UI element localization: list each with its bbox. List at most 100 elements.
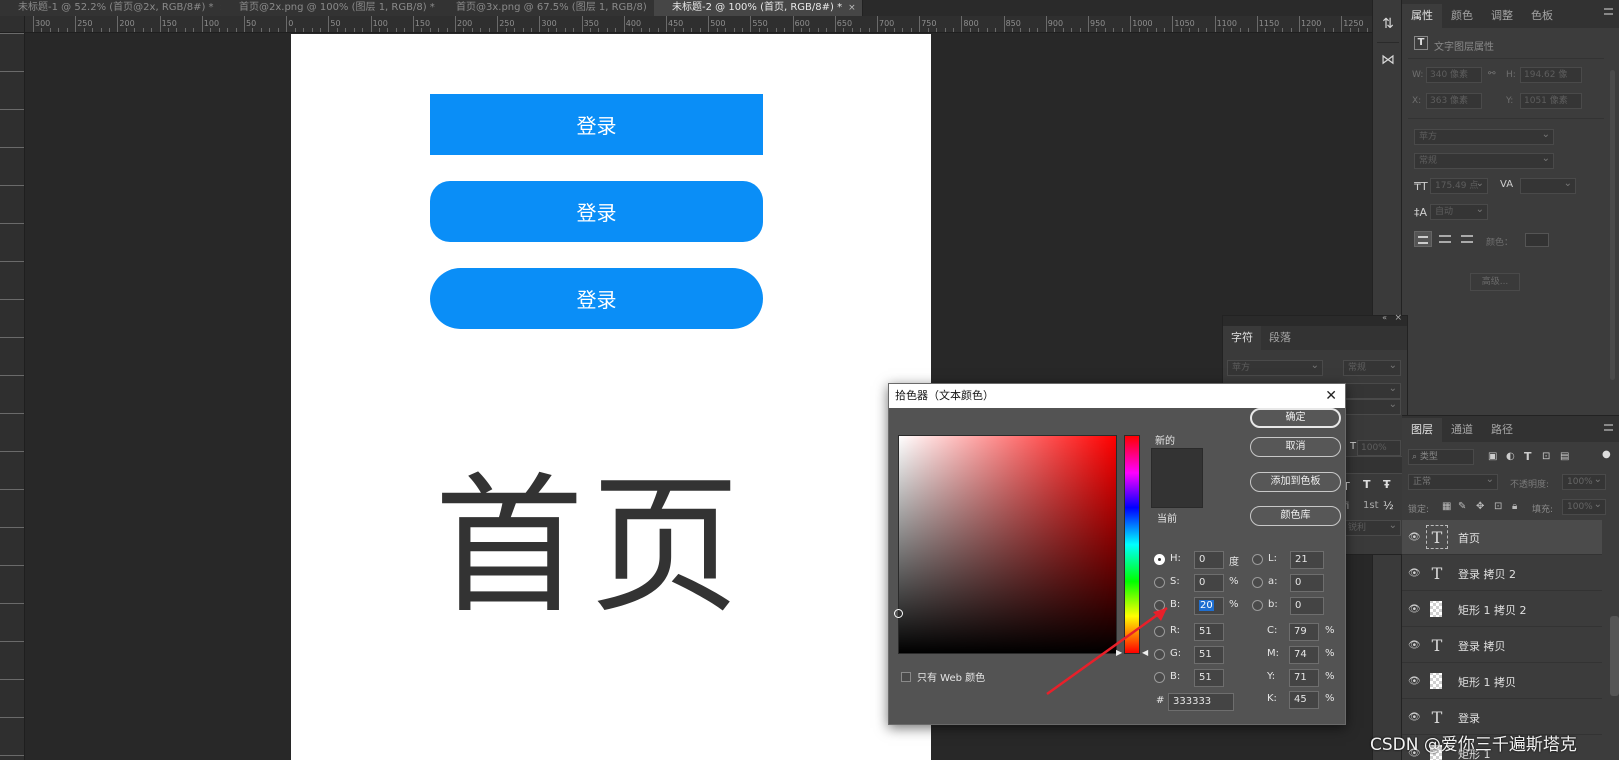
font-family-select[interactable]: 苹方 xyxy=(1414,128,1554,145)
tab-properties[interactable]: 属性 xyxy=(1402,4,1442,28)
doc-tab-1[interactable]: 未标题-1 @ 52.2% (首页@2x, RGB/8#) *× xyxy=(0,0,235,16)
tab-paths[interactable]: 路径 xyxy=(1482,418,1522,442)
align-left-button[interactable] xyxy=(1414,231,1432,247)
current-color-swatch[interactable] xyxy=(1151,478,1203,508)
leading-select[interactable]: 自动 xyxy=(1430,203,1488,220)
lock-brush-icon[interactable]: ✎ xyxy=(1458,501,1466,512)
eye-icon[interactable]: 👁︎ xyxy=(1408,712,1421,723)
artboard[interactable]: 登录 登录 登录 首页 xyxy=(291,34,931,760)
pixel-filter-icon[interactable]: ▣ xyxy=(1488,451,1497,462)
fill-field[interactable]: 100% xyxy=(1562,498,1606,515)
layer-row[interactable]: 👁︎ T 登录 拷贝 xyxy=(1402,628,1602,663)
ruler-tick xyxy=(750,16,752,32)
filter-toggle-icon[interactable]: ● xyxy=(1602,449,1611,460)
type-filter-icon[interactable]: T xyxy=(1524,450,1532,463)
anti-alias-select[interactable]: 锐利 xyxy=(1343,519,1401,536)
eye-icon[interactable]: 👁︎ xyxy=(1408,604,1421,615)
layer-filter-select[interactable]: ⌕ 类型 xyxy=(1408,449,1474,465)
saturation-radio[interactable] xyxy=(1154,577,1165,588)
lightness-radio[interactable] xyxy=(1252,554,1263,565)
a-channel-radio[interactable] xyxy=(1252,577,1263,588)
tab-channels[interactable]: 通道 xyxy=(1442,418,1482,442)
char-tracking-select[interactable] xyxy=(1343,382,1401,399)
layers-menu-icon[interactable] xyxy=(1604,424,1613,431)
eye-icon[interactable]: 👁︎ xyxy=(1408,568,1421,579)
tab-color[interactable]: 颜色 xyxy=(1442,4,1482,28)
eye-icon[interactable]: 👁︎ xyxy=(1408,640,1421,651)
lock-move-icon[interactable]: ✥ xyxy=(1476,501,1484,512)
home-title-text[interactable]: 首页 xyxy=(434,452,746,642)
char-font-style-select[interactable]: 常规 xyxy=(1343,359,1401,376)
color-picker-titlebar[interactable]: 拾色器（文本颜色） xyxy=(889,384,1345,408)
collapse-icon[interactable]: « xyxy=(1382,313,1387,322)
smart-filter-icon[interactable]: ▤ xyxy=(1560,451,1569,462)
blend-mode-select[interactable]: 正常 xyxy=(1408,473,1498,490)
lock-all-icon[interactable]: 🔒︎ xyxy=(1512,501,1517,512)
strikethrough-t-icon[interactable]: Ŧ xyxy=(1383,478,1391,491)
panel-menu-icon[interactable] xyxy=(1604,8,1613,15)
checkbox-box[interactable] xyxy=(901,672,911,682)
color-cursor[interactable] xyxy=(894,609,903,618)
panel-drag-bar[interactable]: «× xyxy=(1223,313,1407,326)
login-button-rounded[interactable]: 登录 xyxy=(430,181,763,242)
char-scale-field[interactable]: 100% xyxy=(1357,440,1401,456)
web-only-checkbox[interactable]: 只有 Web 颜色 xyxy=(901,669,985,684)
tracking-select[interactable] xyxy=(1520,177,1576,194)
properties-scrollbar[interactable] xyxy=(1610,70,1615,380)
layer-row[interactable]: 👁︎ 矩形 1 拷贝 xyxy=(1402,664,1602,699)
ruler-tick xyxy=(75,16,77,32)
divider xyxy=(1408,118,1604,119)
font-style-select[interactable]: 常规 xyxy=(1414,152,1554,169)
ok-button[interactable]: 确定 xyxy=(1250,408,1341,428)
shape-filter-icon[interactable]: ⊡ xyxy=(1542,451,1550,462)
doc-tab-4-active[interactable]: 未标题-2 @ 100% (首页, RGB/8#) * × xyxy=(654,0,863,16)
align-center-button[interactable] xyxy=(1436,231,1454,247)
close-tab-icon[interactable]: × xyxy=(848,3,856,13)
close-icon[interactable]: ✕ xyxy=(1325,384,1337,408)
adjustment-filter-icon[interactable]: ◐ xyxy=(1506,451,1515,462)
color-libraries-button[interactable]: 颜色库 xyxy=(1250,506,1341,526)
tab-paragraph[interactable]: 段落 xyxy=(1261,326,1299,350)
text-color-swatch[interactable] xyxy=(1525,233,1549,247)
lock-artboard-icon[interactable]: ⊡ xyxy=(1494,501,1502,512)
underline-t-icon[interactable]: T xyxy=(1363,478,1371,491)
doc-tab-3[interactable]: 首页@3x.png @ 67.5% (图层 1, RGB/8)× xyxy=(438,0,668,16)
char-font-family-select[interactable]: 苹方 xyxy=(1227,359,1323,376)
close-panel-icon[interactable]: × xyxy=(1394,313,1402,323)
x-field[interactable]: 363 像素 xyxy=(1426,93,1482,109)
height-field[interactable]: 194.62 像 xyxy=(1520,67,1582,83)
login-button-square[interactable]: 登录 xyxy=(430,94,763,155)
history-panel-icon[interactable]: ⇅ xyxy=(1378,14,1398,34)
opacity-field[interactable]: 100% xyxy=(1562,473,1606,490)
tab-character[interactable]: 字符 xyxy=(1223,326,1261,350)
align-right-button[interactable] xyxy=(1458,231,1476,247)
width-field[interactable]: 340 像素 xyxy=(1426,67,1482,83)
layer-row[interactable]: 👁︎ T 登录 拷贝 2 xyxy=(1402,556,1602,591)
hue-field[interactable]: 0 xyxy=(1194,551,1224,569)
doc-tab-2[interactable]: 首页@2x.png @ 100% (图层 1, RGB/8) *× xyxy=(221,0,456,16)
font-size-select[interactable]: 175.49 点 xyxy=(1430,177,1488,194)
ordinal-label[interactable]: 1st xyxy=(1363,500,1379,511)
eye-icon[interactable]: 👁︎ xyxy=(1408,532,1421,543)
tab-layers[interactable]: 图层 xyxy=(1402,418,1442,442)
layers-scrollbar[interactable] xyxy=(1610,616,1619,696)
tab-adjustments[interactable]: 调整 xyxy=(1482,4,1522,28)
libraries-panel-icon[interactable]: ⋈ xyxy=(1378,50,1398,70)
add-to-swatches-button[interactable]: 添加到色板 xyxy=(1250,472,1341,492)
lightness-field[interactable]: 21 xyxy=(1290,551,1324,569)
layer-row[interactable]: 👁︎ T 首页 xyxy=(1402,520,1602,555)
link-icon[interactable]: ⚯ xyxy=(1488,69,1496,79)
lock-transparency-icon[interactable]: ▦ xyxy=(1442,501,1451,512)
hue-radio[interactable] xyxy=(1154,554,1165,565)
login-button-pill[interactable]: 登录 xyxy=(430,268,763,329)
char-color-field[interactable] xyxy=(1343,456,1403,474)
fraction-label[interactable]: ½ xyxy=(1383,499,1394,512)
layer-row[interactable]: 👁︎ 矩形 1 拷贝 2 xyxy=(1402,592,1602,627)
tab-swatches[interactable]: 色板 xyxy=(1522,4,1562,28)
cancel-button[interactable]: 取消 xyxy=(1250,437,1341,457)
ruler-number: 250 xyxy=(77,19,93,28)
char-kerning-select[interactable] xyxy=(1343,398,1401,415)
eye-icon[interactable]: 👁︎ xyxy=(1408,676,1421,687)
y-field[interactable]: 1051 像素 xyxy=(1520,93,1582,109)
advanced-button[interactable]: 高级... xyxy=(1470,273,1520,291)
